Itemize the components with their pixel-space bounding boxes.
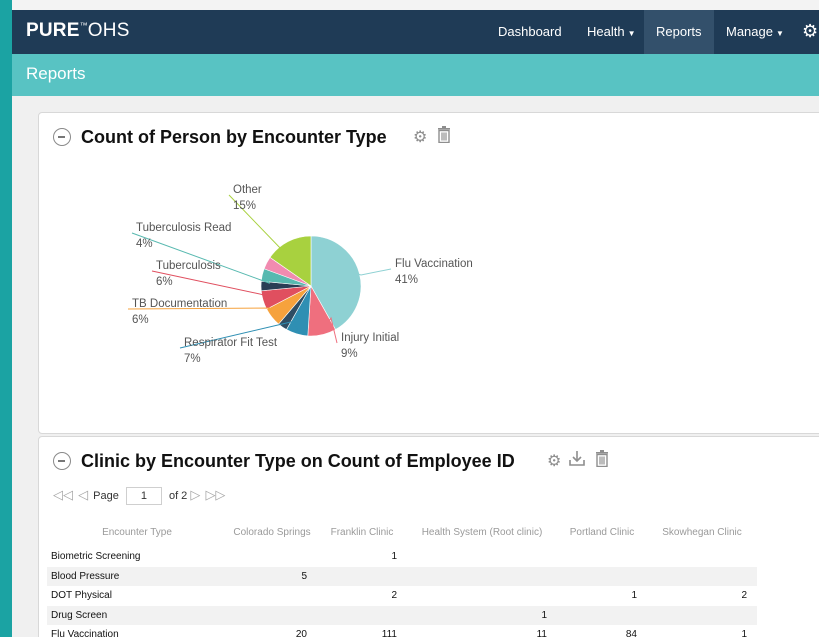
column-header[interactable]: Encounter Type <box>47 517 227 547</box>
download-icon[interactable] <box>569 450 585 472</box>
pie-chart: Flu Vaccination 41% Injury Initial 9% Respir… <box>127 184 473 365</box>
pie-slice-percent: 4% <box>136 238 153 250</box>
app-window: PURE™OHS Dashboard Health ▼ Reports Manag… <box>0 0 819 637</box>
cell <box>227 547 317 567</box>
collapse-icon[interactable] <box>53 452 71 470</box>
page-number-input[interactable]: 1 <box>125 487 162 506</box>
cell <box>647 566 757 586</box>
cell: 5 <box>227 566 317 586</box>
nav-dashboard[interactable]: Dashboard <box>486 10 574 54</box>
next-page-icon[interactable]: ▷ <box>190 487 200 503</box>
cell <box>557 566 647 586</box>
cell <box>647 547 757 567</box>
caret-down-icon: ▼ <box>627 29 636 38</box>
pie-slice-percent: 15% <box>233 200 256 212</box>
cell <box>407 586 557 606</box>
cell: 2 <box>741 590 747 602</box>
cell <box>227 605 317 625</box>
page-title: Reports <box>26 64 86 83</box>
row-label: Flu Vaccination <box>51 629 119 637</box>
cell <box>317 566 407 586</box>
prev-page-icon[interactable]: ◁ <box>78 487 88 503</box>
table-row: Biometric Screening 1 <box>47 547 757 567</box>
trash-icon[interactable] <box>595 450 609 472</box>
cell: 84 <box>625 629 637 637</box>
cell: 1 <box>407 605 557 625</box>
table-row: DOT Physical 2 1 2 <box>47 586 757 606</box>
column-header[interactable]: Skowhegan Clinic <box>647 517 757 547</box>
cell <box>317 605 407 625</box>
nav-manage[interactable]: Manage ▼ <box>714 10 796 54</box>
caret-down-icon: ▼ <box>775 29 784 38</box>
cell: 111 <box>381 629 397 637</box>
table-panel: Clinic by Encounter Type on Count of Emp… <box>38 436 819 637</box>
row-label: DOT Physical <box>51 590 112 602</box>
pie-slice-label: TB Documentation <box>132 298 227 310</box>
pager: ◁◁ ◁ Page 1 of 2 ▷ ▷▷ <box>53 487 227 506</box>
column-header[interactable]: Franklin Clinic <box>317 517 407 547</box>
row-label: Blood Pressure <box>47 566 227 586</box>
settings-gear-icon[interactable]: ⚙ <box>802 21 818 42</box>
row-label: Biometric Screening <box>51 551 141 563</box>
cell: 1 <box>631 590 637 602</box>
cell: 11 <box>536 629 547 637</box>
column-header[interactable]: Colorado Springs <box>227 517 317 547</box>
pie-slice-label: Tuberculosis Read <box>136 222 231 234</box>
panel-title: Clinic by Encounter Type on Count of Emp… <box>81 451 515 471</box>
gear-icon[interactable]: ⚙ <box>547 451 561 471</box>
cell <box>557 605 647 625</box>
pie-slice-percent: 6% <box>132 314 149 326</box>
pie-leader-line <box>357 268 392 276</box>
cell <box>227 586 317 606</box>
content-area: Count of Person by Encounter Type ⚙ Flu … <box>12 96 819 637</box>
cell: 2 <box>391 590 397 602</box>
pie-slice-label: Respirator Fit Test <box>184 337 278 349</box>
row-label: Drug Screen <box>47 605 227 625</box>
pie-slice-label: Other <box>233 184 262 196</box>
cell <box>407 547 557 567</box>
pie-slice-percent: 7% <box>184 353 201 365</box>
table-row: Flu Vaccination 20 111 11 84 1 <box>47 625 757 637</box>
cell <box>647 605 757 625</box>
column-header[interactable]: Portland Clinic <box>557 517 647 547</box>
last-page-icon[interactable]: ▷▷ <box>205 487 225 503</box>
page-count-label: of 2 <box>168 490 188 502</box>
table-header-row: Encounter Type Colorado Springs Franklin… <box>47 517 757 547</box>
cell <box>407 566 557 586</box>
pie-slice-label: Injury Initial <box>341 332 399 344</box>
cell: 1 <box>741 629 747 637</box>
pie-slice-percent: 9% <box>341 348 358 360</box>
top-navbar: PURE™OHS Dashboard Health ▼ Reports Manag… <box>12 10 819 54</box>
cell: 20 <box>295 629 307 637</box>
nav-reports[interactable]: Reports <box>644 10 714 54</box>
pie-chart-panel: Count of Person by Encounter Type ⚙ Flu … <box>38 112 819 434</box>
cell <box>557 547 647 567</box>
pivot-table: Encounter Type Colorado Springs Franklin… <box>47 517 757 637</box>
page-header: Reports <box>12 54 819 96</box>
page-label: Page <box>93 490 119 502</box>
cell: 1 <box>391 551 397 563</box>
column-header[interactable]: Health System (Root clinic) <box>407 517 557 547</box>
pie-slice-percent: 41% <box>395 274 418 286</box>
first-page-icon[interactable]: ◁◁ <box>53 487 73 503</box>
table-row: Drug Screen 1 <box>47 605 757 625</box>
pie-slice-label: Flu Vaccination <box>395 258 473 270</box>
table-row: Blood Pressure 5 <box>47 566 757 586</box>
pie-slice-label: Tuberculosis <box>156 260 221 272</box>
brand-logo[interactable]: PURE™OHS <box>26 20 130 42</box>
pie-slice-percent: 6% <box>156 276 173 288</box>
nav-health[interactable]: Health ▼ <box>575 10 648 54</box>
